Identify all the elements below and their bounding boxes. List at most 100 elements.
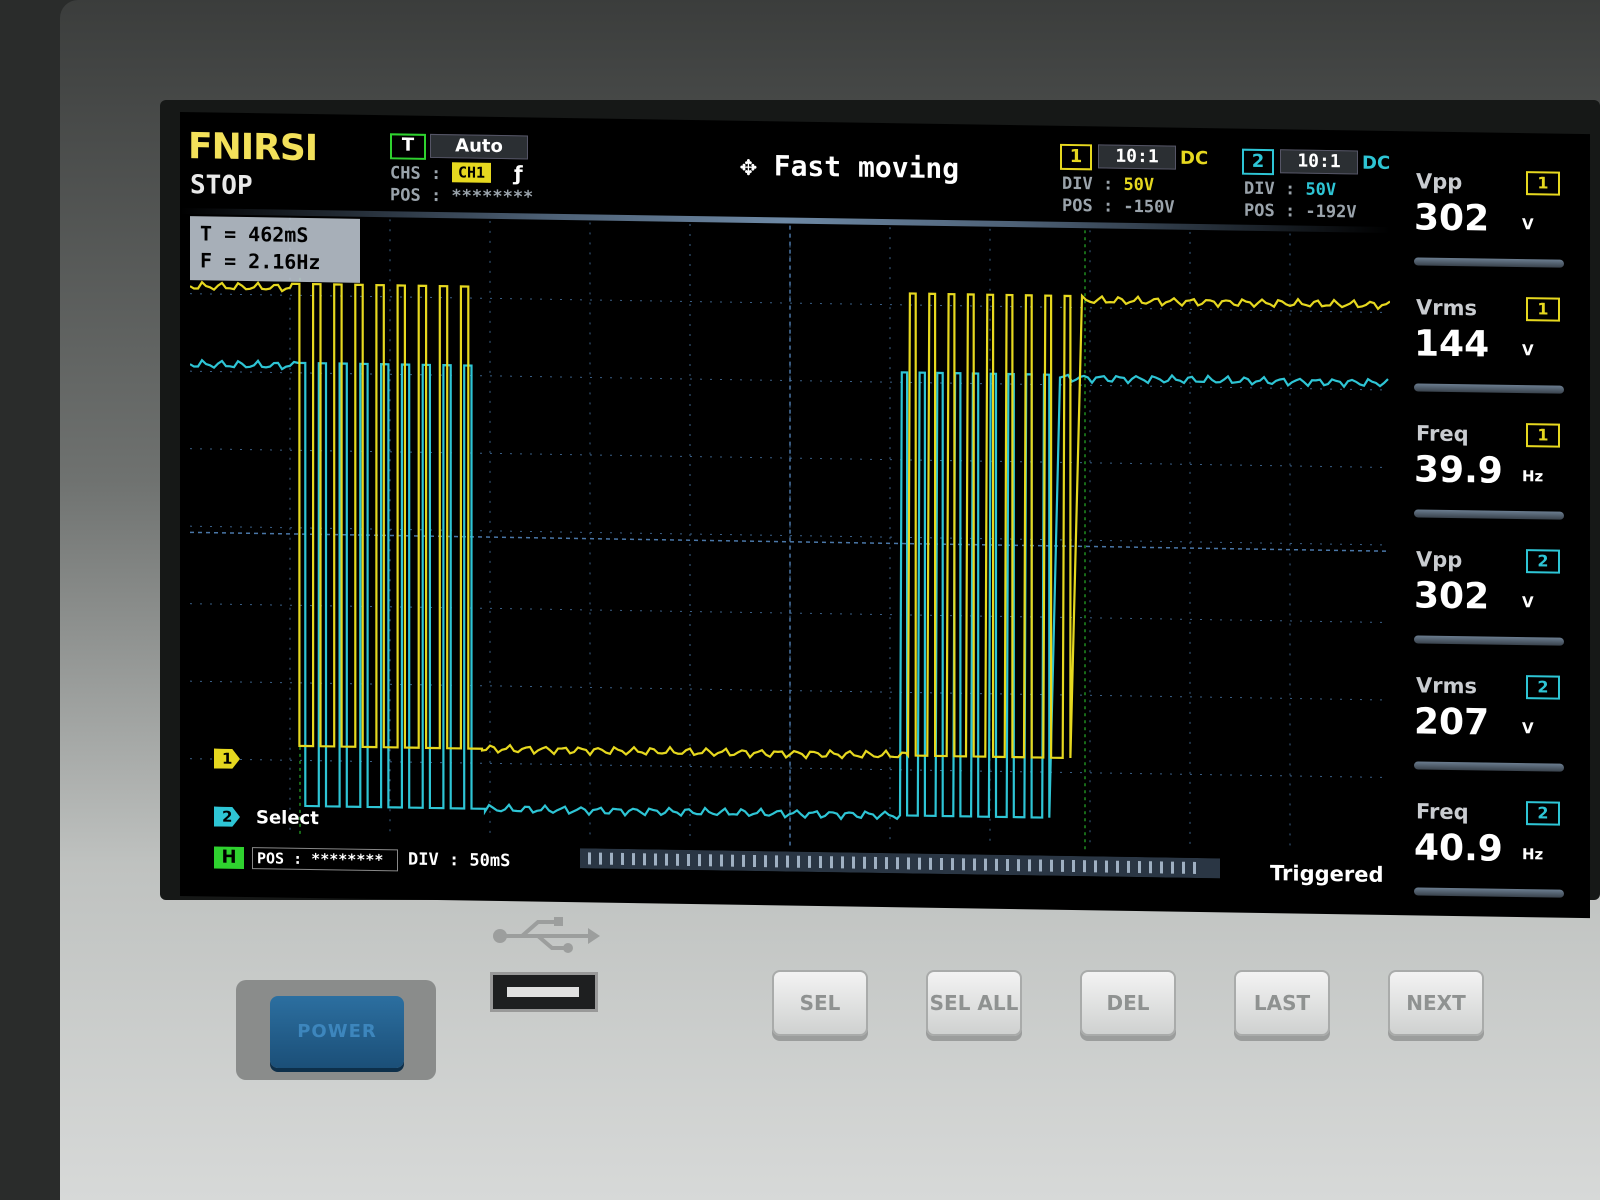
usb-port[interactable] xyxy=(490,972,598,1012)
run-state[interactable]: STOP xyxy=(190,170,253,201)
trigger-source-label: CHS : xyxy=(390,163,442,185)
ch2-probe[interactable]: 10:1 xyxy=(1280,149,1358,175)
ch2-waveform xyxy=(190,358,1389,821)
ch1-probe[interactable]: 10:1 xyxy=(1098,144,1176,170)
measurement-unit: Hz xyxy=(1522,845,1544,864)
next-button[interactable]: NEXT xyxy=(1388,970,1484,1036)
measurement-ch2-vrms[interactable]: Vrms 2 207 V xyxy=(1394,645,1584,772)
waveform-plot[interactable] xyxy=(190,216,1390,855)
select-label: Select xyxy=(256,807,319,830)
timeline-tick xyxy=(830,856,833,869)
measurement-channel: 2 xyxy=(1526,549,1560,574)
oscilloscope-screen: FNIRSI STOP T Auto CHS : CH1 ƒ POS : ***… xyxy=(180,112,1590,919)
ch1-coupling[interactable]: DC xyxy=(1180,148,1208,169)
ch1-badge[interactable]: 1 xyxy=(1060,143,1092,171)
timeline-tick xyxy=(973,858,976,871)
timeline-tick xyxy=(907,857,910,870)
timeline-tick xyxy=(951,858,954,871)
power-button[interactable]: POWER xyxy=(270,996,404,1068)
measurement-divider xyxy=(1414,887,1564,898)
measurement-value: 144 xyxy=(1414,323,1490,366)
cursor-measure-box: T = 462mS F = 2.16Hz xyxy=(190,216,360,283)
timeline-tick xyxy=(984,858,987,871)
timeline-tick xyxy=(819,856,822,869)
timeline-tick xyxy=(808,855,811,868)
timeline-tick xyxy=(665,853,668,866)
measurement-channel: 1 xyxy=(1526,297,1560,322)
timeline-tick xyxy=(852,856,855,869)
measurement-channel: 1 xyxy=(1526,171,1560,196)
rising-edge-icon[interactable]: ƒ xyxy=(514,161,523,185)
ch1-div-row: DIV : 50V xyxy=(1062,174,1154,195)
timeline-tick xyxy=(1028,859,1031,872)
last-button[interactable]: LAST xyxy=(1234,970,1330,1036)
measurement-unit: V xyxy=(1522,341,1534,360)
timeline-tick xyxy=(1094,860,1097,873)
trigger-position[interactable]: POS : ******** xyxy=(390,185,533,207)
graticule xyxy=(190,217,1390,854)
ch2-badge[interactable]: 2 xyxy=(1242,148,1274,176)
trigger-badge: T xyxy=(390,133,426,160)
measurement-value: 39.9 xyxy=(1414,449,1503,492)
timeline-tick xyxy=(632,853,635,866)
measurement-divider xyxy=(1414,383,1564,394)
timeline-tick xyxy=(1182,861,1185,874)
timeline-tick xyxy=(1116,860,1119,873)
measurement-value: 302 xyxy=(1414,575,1490,618)
timeline-tick xyxy=(940,857,943,870)
sel-all-button[interactable]: SEL ALL xyxy=(926,970,1022,1036)
move-arrows-icon: ✥ xyxy=(740,148,757,183)
measurement-unit: V xyxy=(1522,593,1534,612)
cursor-frequency: F = 2.16Hz xyxy=(200,248,321,275)
ch1-position[interactable]: POS : -150V xyxy=(1062,196,1175,218)
measurement-channel: 2 xyxy=(1526,675,1560,700)
measurement-ch1-freq[interactable]: Freq 1 39.9 Hz xyxy=(1394,393,1584,520)
timeline-tick xyxy=(742,854,745,867)
timeline-tick xyxy=(1193,861,1196,874)
timeline-tick xyxy=(764,855,767,868)
trigger-source[interactable]: CH1 xyxy=(452,162,492,183)
trigger-status: Triggered xyxy=(1270,861,1384,887)
timeline-tick xyxy=(610,852,613,865)
measurement-divider xyxy=(1414,257,1564,268)
timeline-tick xyxy=(863,856,866,869)
timeline-tick xyxy=(1127,860,1130,873)
del-button[interactable]: DEL xyxy=(1080,970,1176,1036)
measurement-divider xyxy=(1414,635,1564,646)
ch2-div-label: DIV : xyxy=(1244,178,1296,200)
measurement-ch1-vrms[interactable]: Vrms 1 144 V xyxy=(1394,267,1584,394)
ch2-position[interactable]: POS : -192V xyxy=(1244,201,1357,223)
measurement-ch2-freq[interactable]: Freq 2 40.9 Hz xyxy=(1394,771,1584,898)
trigger-mode[interactable]: Auto xyxy=(430,133,528,160)
timeline-tick xyxy=(896,857,899,870)
measurement-name: Vrms xyxy=(1416,673,1477,699)
timeline-tick xyxy=(698,854,701,867)
timeline-tick xyxy=(775,855,778,868)
measurement-ch1-vpp[interactable]: Vpp 1 302 V xyxy=(1394,141,1584,268)
ch1-div-label: DIV : xyxy=(1062,173,1114,195)
timeline-tick xyxy=(599,852,602,865)
timeline-tick xyxy=(676,853,679,866)
measurement-name: Freq xyxy=(1416,421,1469,447)
measurement-unit: Hz xyxy=(1522,467,1544,486)
timeline-tick xyxy=(621,852,624,865)
memory-timeline[interactable] xyxy=(580,848,1220,879)
ch2-div-value[interactable]: 50V xyxy=(1305,180,1336,200)
timeline-tick xyxy=(874,856,877,869)
measurement-panel: Vpp 1 302 V Vrms 1 144 V Freq 1 39.9 Hz … xyxy=(1394,141,1584,904)
measurement-ch2-vpp[interactable]: Vpp 2 302 V xyxy=(1394,519,1584,646)
timeline-tick xyxy=(1039,859,1042,872)
ch2-coupling[interactable]: DC xyxy=(1362,153,1390,174)
measurement-divider xyxy=(1414,509,1564,520)
time-div[interactable]: DIV : 50mS xyxy=(408,850,510,872)
ch2-div-row: DIV : 50V xyxy=(1244,179,1336,200)
measurement-unit: V xyxy=(1522,215,1534,234)
ch1-div-value[interactable]: 50V xyxy=(1123,175,1154,195)
sel-button[interactable]: SEL xyxy=(772,970,868,1036)
measurement-value: 302 xyxy=(1414,197,1490,240)
timeline-tick xyxy=(1006,858,1009,872)
timeline-tick xyxy=(885,857,888,870)
measurement-channel: 2 xyxy=(1526,801,1560,826)
timeline-tick xyxy=(1171,861,1174,874)
horizontal-position[interactable]: POS : ******** xyxy=(252,847,398,872)
